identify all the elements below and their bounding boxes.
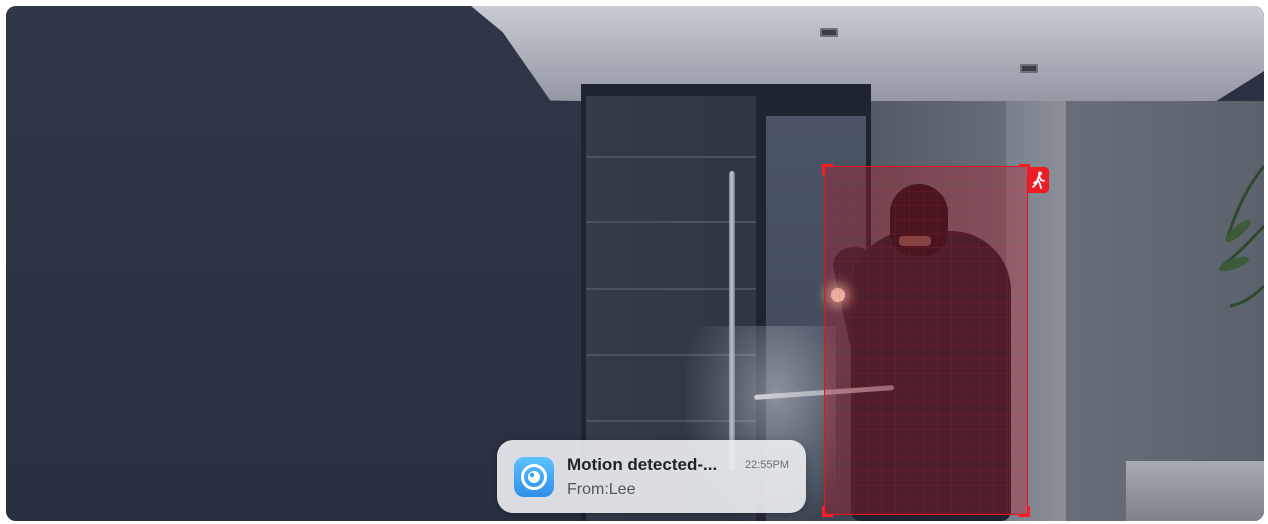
box-corner [1019,506,1030,517]
person-walking-icon [1028,167,1049,193]
camera-lens-icon [521,464,547,490]
wall-left [6,6,586,521]
notification-title: Motion detected-... [567,455,718,474]
camera-app-icon [514,457,554,497]
door-groove [586,156,756,158]
concrete-ledge [1126,461,1264,521]
camera-feed[interactable]: Motion detected-... From:Lee 22:55PM [6,6,1264,521]
ceiling-light [820,28,838,37]
person-detection-box[interactable] [822,164,1030,517]
plant [1218,165,1264,308]
notification-time: 22:55PM [745,459,790,471]
box-corner [822,506,833,517]
box-corner [822,164,833,175]
person-walking-icon-glyph [1031,171,1045,189]
ceiling-light [1020,64,1038,73]
notification-sender: From:Lee [567,481,636,498]
motion-notification[interactable]: Motion detected-... From:Lee 22:55PM [497,440,806,513]
